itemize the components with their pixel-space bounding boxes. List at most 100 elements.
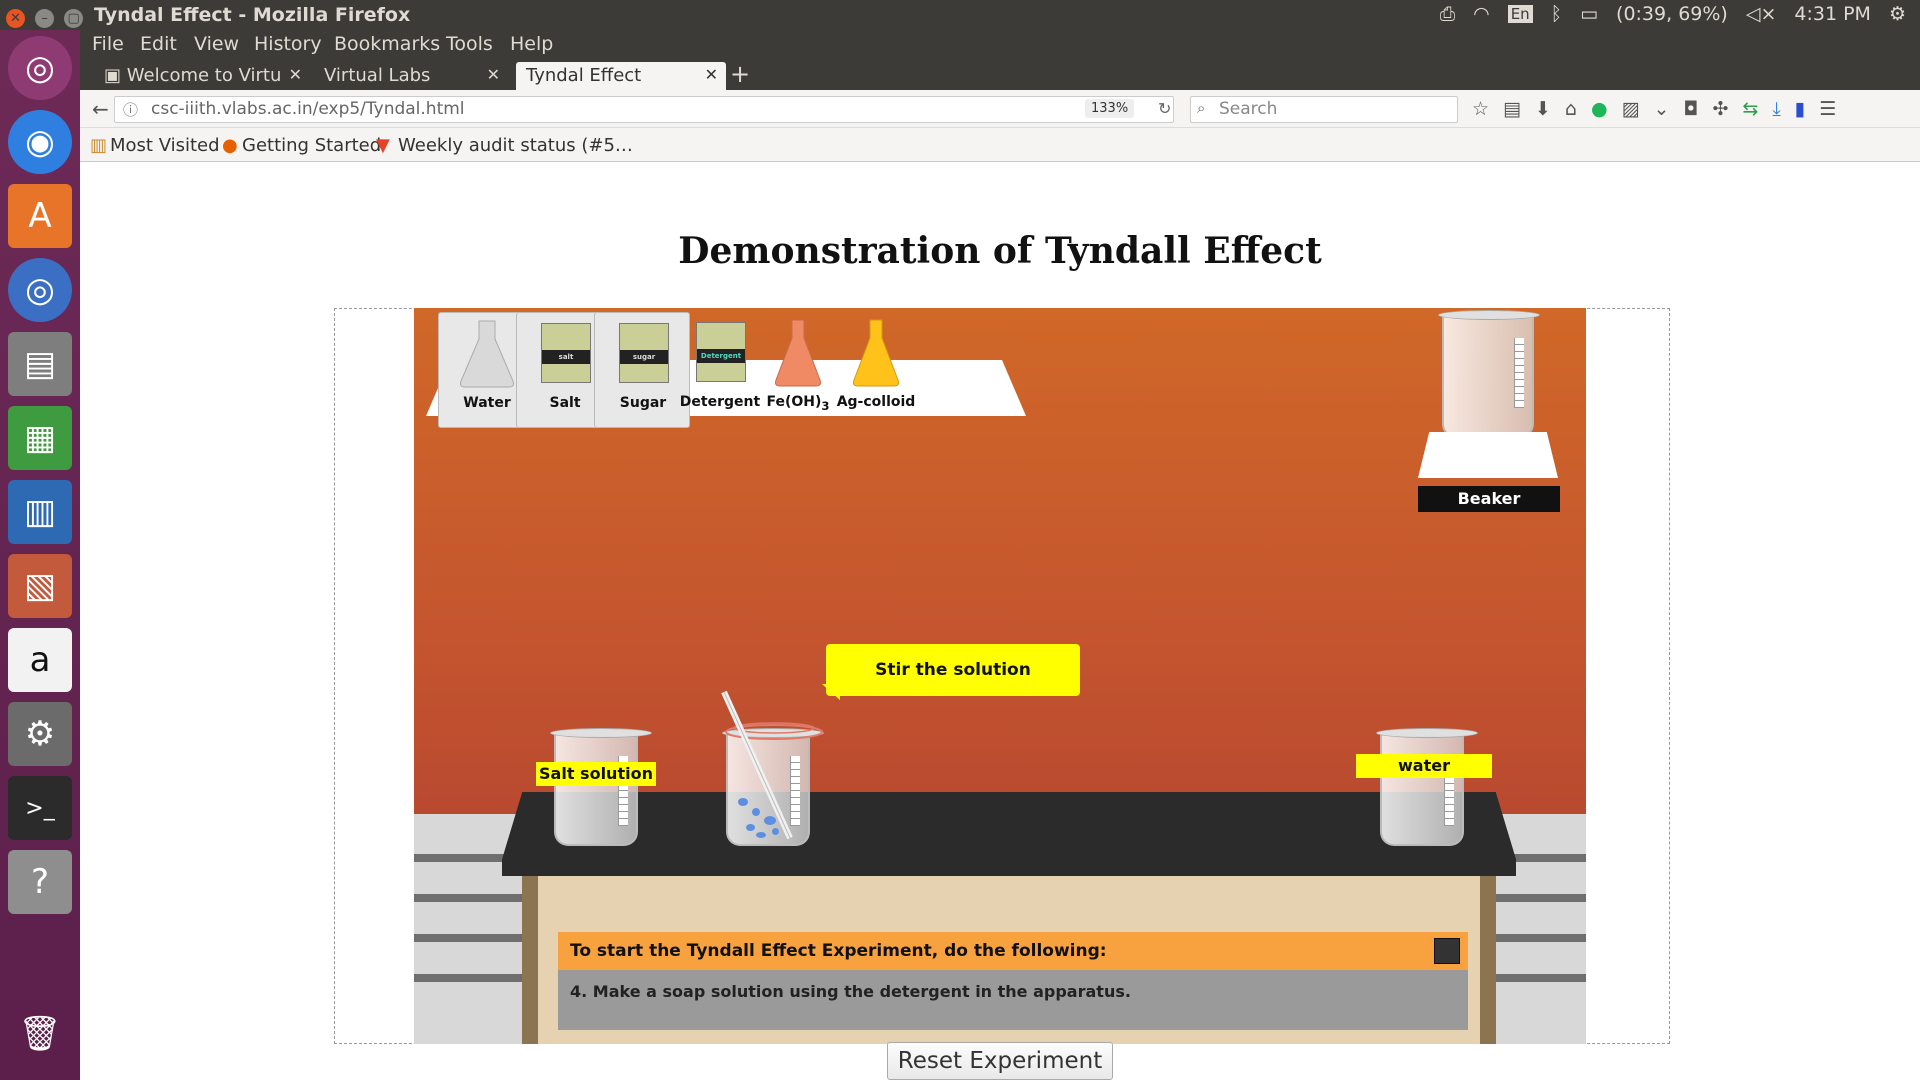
home-icon[interactable]: ⌂ — [1565, 98, 1577, 120]
writer-icon[interactable]: ▥ — [8, 480, 72, 544]
bookmark-getting-started[interactable]: Getting Started — [242, 135, 381, 156]
battery-icon[interactable]: ▭ — [1580, 3, 1598, 25]
settings-gear-icon[interactable]: ⚙ — [1889, 3, 1906, 25]
beaker-platform — [1418, 432, 1558, 478]
window-title: Tyndal Effect - Mozilla Firefox — [94, 4, 411, 26]
chemical-ag-colloid[interactable]: Ag-colloid — [828, 312, 924, 428]
system-top-bar: ✕ – ▢ Tyndal Effect - Mozilla Firefox ⎙ … — [0, 0, 1920, 30]
lab-table-top — [502, 792, 1516, 876]
maximize-window-icon[interactable]: ▢ — [64, 9, 84, 28]
menu-view[interactable]: View — [194, 33, 239, 55]
minimize-window-icon[interactable]: – — [35, 9, 55, 28]
tab-label: Welcome to Virtu — [126, 65, 282, 86]
bookmark-most-visited[interactable]: Most Visited — [110, 135, 220, 156]
menu-bar: File Edit View History Bookmarks Tools H… — [80, 30, 1920, 60]
site-info-icon[interactable]: ⓘ — [123, 99, 138, 120]
bookmark-weekly-audit[interactable]: Weekly audit status (#5… — [398, 135, 633, 156]
back-icon[interactable]: ← — [92, 97, 109, 121]
sync-icon[interactable]: ⇆ — [1742, 98, 1758, 120]
menu-hamburger-icon[interactable]: ☰ — [1819, 98, 1836, 120]
reading-list-icon[interactable]: ▤ — [1503, 98, 1521, 120]
menu-edit[interactable]: Edit — [140, 33, 177, 55]
tab-label: Virtual Labs — [324, 65, 431, 86]
terminal-icon[interactable]: >_ — [8, 776, 72, 840]
reset-experiment-button[interactable]: Reset Experiment — [887, 1042, 1113, 1080]
menu-tools[interactable]: Tools — [446, 33, 493, 55]
language-indicator[interactable]: En — [1507, 5, 1533, 23]
close-window-icon[interactable]: ✕ — [6, 9, 25, 28]
page-favicon: ▣ — [104, 65, 122, 86]
extension-icon[interactable]: ✣ — [1712, 98, 1728, 120]
sugar-pack-icon: sugar — [619, 323, 669, 383]
tab-tyndal-effect[interactable]: Tyndal Effect ✕ — [516, 62, 726, 90]
tab-close-icon[interactable]: ✕ — [487, 65, 500, 84]
translate-icon[interactable]: ▮ — [1795, 98, 1805, 120]
water-beaker[interactable] — [1376, 728, 1478, 846]
url-bar[interactable]: ⓘ csc-iiith.vlabs.ac.in/exp5/Tyndal.html — [114, 96, 1174, 123]
printer-icon[interactable]: ⎙ — [1440, 3, 1455, 25]
pocket-dropdown-icon[interactable]: ⌄ — [1654, 98, 1670, 120]
chemical-label: Ag-colloid — [836, 394, 916, 410]
reload-icon[interactable]: ↻ — [1158, 99, 1171, 118]
tab-bar: ▣ Welcome to Virtu ✕ Virtual Labs ✕ Tynd… — [80, 60, 1920, 90]
beaker-supply[interactable] — [1418, 310, 1558, 478]
impress-icon[interactable]: ▧ — [8, 554, 72, 618]
salt-pack-icon: salt — [541, 323, 591, 383]
clock[interactable]: 4:31 PM — [1794, 3, 1871, 25]
ubuntu-dash-icon[interactable]: ◎ — [8, 36, 72, 100]
tab-virtual-labs[interactable]: Virtual Labs ✕ — [312, 62, 508, 90]
instructions-heading: To start the Tyndall Effect Experiment, … — [558, 932, 1468, 970]
menu-history[interactable]: History — [254, 33, 322, 55]
launcher: ◎ ◉ A ◎ ▤ ▦ ▥ ▧ a ⚙ >_ ? 🗑 — [0, 30, 80, 1080]
volume-icon[interactable]: ◁× — [1746, 3, 1777, 25]
zoom-level[interactable]: 133% — [1085, 99, 1135, 118]
beaker-label: Beaker — [1418, 486, 1560, 512]
instructions-panel: To start the Tyndall Effect Experiment, … — [558, 932, 1468, 1030]
help-icon[interactable]: ? — [8, 850, 72, 914]
chrome-icon[interactable]: ◉ — [8, 110, 72, 174]
trash-icon[interactable]: 🗑 — [8, 1002, 72, 1066]
tab-label: Tyndal Effect — [526, 65, 642, 86]
wifi-icon[interactable]: ◠ — [1473, 3, 1490, 25]
tab-close-icon[interactable]: ✕ — [705, 65, 718, 84]
toolbar-icons: ☆ ▤ ⬇ ⌂ ● ▨ ⌄ ◘ ✣ ⇆ ⤓ ▮ ☰ — [1472, 98, 1836, 120]
tab-welcome[interactable]: ▣ Welcome to Virtu ✕ — [100, 62, 310, 90]
new-tab-icon[interactable]: + — [730, 60, 750, 88]
tab-close-icon[interactable]: ✕ — [289, 65, 302, 84]
gitlab-icon: ▼ — [376, 135, 390, 156]
instructions-heading-text: To start the Tyndall Effect Experiment, … — [570, 941, 1107, 961]
system-tray: ⎙ ◠ En ᛒ ▭ (0:39, 69%) ◁× 4:31 PM ⚙ — [1440, 3, 1906, 25]
menu-help[interactable]: Help — [510, 33, 553, 55]
system-settings-icon[interactable]: ⚙ — [8, 702, 72, 766]
pocket-icon[interactable]: ◘ — [1683, 98, 1698, 120]
page-title: Demonstration of Tyndall Effect — [678, 230, 1322, 272]
grammarly-icon[interactable]: ● — [1591, 98, 1608, 120]
stirring-rod-icon[interactable] — [718, 688, 828, 848]
software-center-icon[interactable]: A — [8, 184, 72, 248]
amazon-icon[interactable]: a — [8, 628, 72, 692]
beaker-icon — [1438, 310, 1540, 438]
downloads-icon[interactable]: ⬇ — [1535, 98, 1551, 120]
chromium-icon[interactable]: ◎ — [8, 258, 72, 322]
bookmark-star-icon[interactable]: ☆ — [1472, 98, 1489, 120]
salt-solution-beaker[interactable] — [550, 728, 652, 846]
screenshot-icon[interactable]: ▨ — [1622, 98, 1640, 120]
spreadsheet-icon[interactable]: ▦ — [8, 406, 72, 470]
menu-bookmarks[interactable]: Bookmarks — [334, 33, 440, 55]
window-controls: ✕ – ▢ — [6, 5, 87, 28]
bluetooth-icon[interactable]: ᛒ — [1551, 3, 1562, 25]
menu-file[interactable]: File — [92, 33, 124, 55]
battery-status[interactable]: (0:39, 69%) — [1616, 3, 1728, 25]
bookmarks-bar: ▥ Most Visited ● Getting Started ▼ Weekl… — [80, 128, 1920, 162]
detergent-pack-icon: Detergent — [696, 322, 746, 382]
instruction-bubble: Stir the solution — [826, 644, 1080, 696]
search-input[interactable]: ⌕ Search — [1190, 96, 1458, 123]
files-icon[interactable]: ▤ — [8, 332, 72, 396]
salt-solution-label: Salt solution — [536, 762, 656, 786]
instructions-toggle-button[interactable] — [1434, 938, 1460, 964]
url-text: csc-iiith.vlabs.ac.in/exp5/Tyndal.html — [151, 99, 465, 119]
bubble-tail — [822, 684, 840, 700]
folder-icon: ▥ — [90, 135, 108, 156]
navigation-bar: ← ⓘ csc-iiith.vlabs.ac.in/exp5/Tyndal.ht… — [80, 90, 1920, 128]
download-helper-icon[interactable]: ⤓ — [1772, 98, 1780, 120]
